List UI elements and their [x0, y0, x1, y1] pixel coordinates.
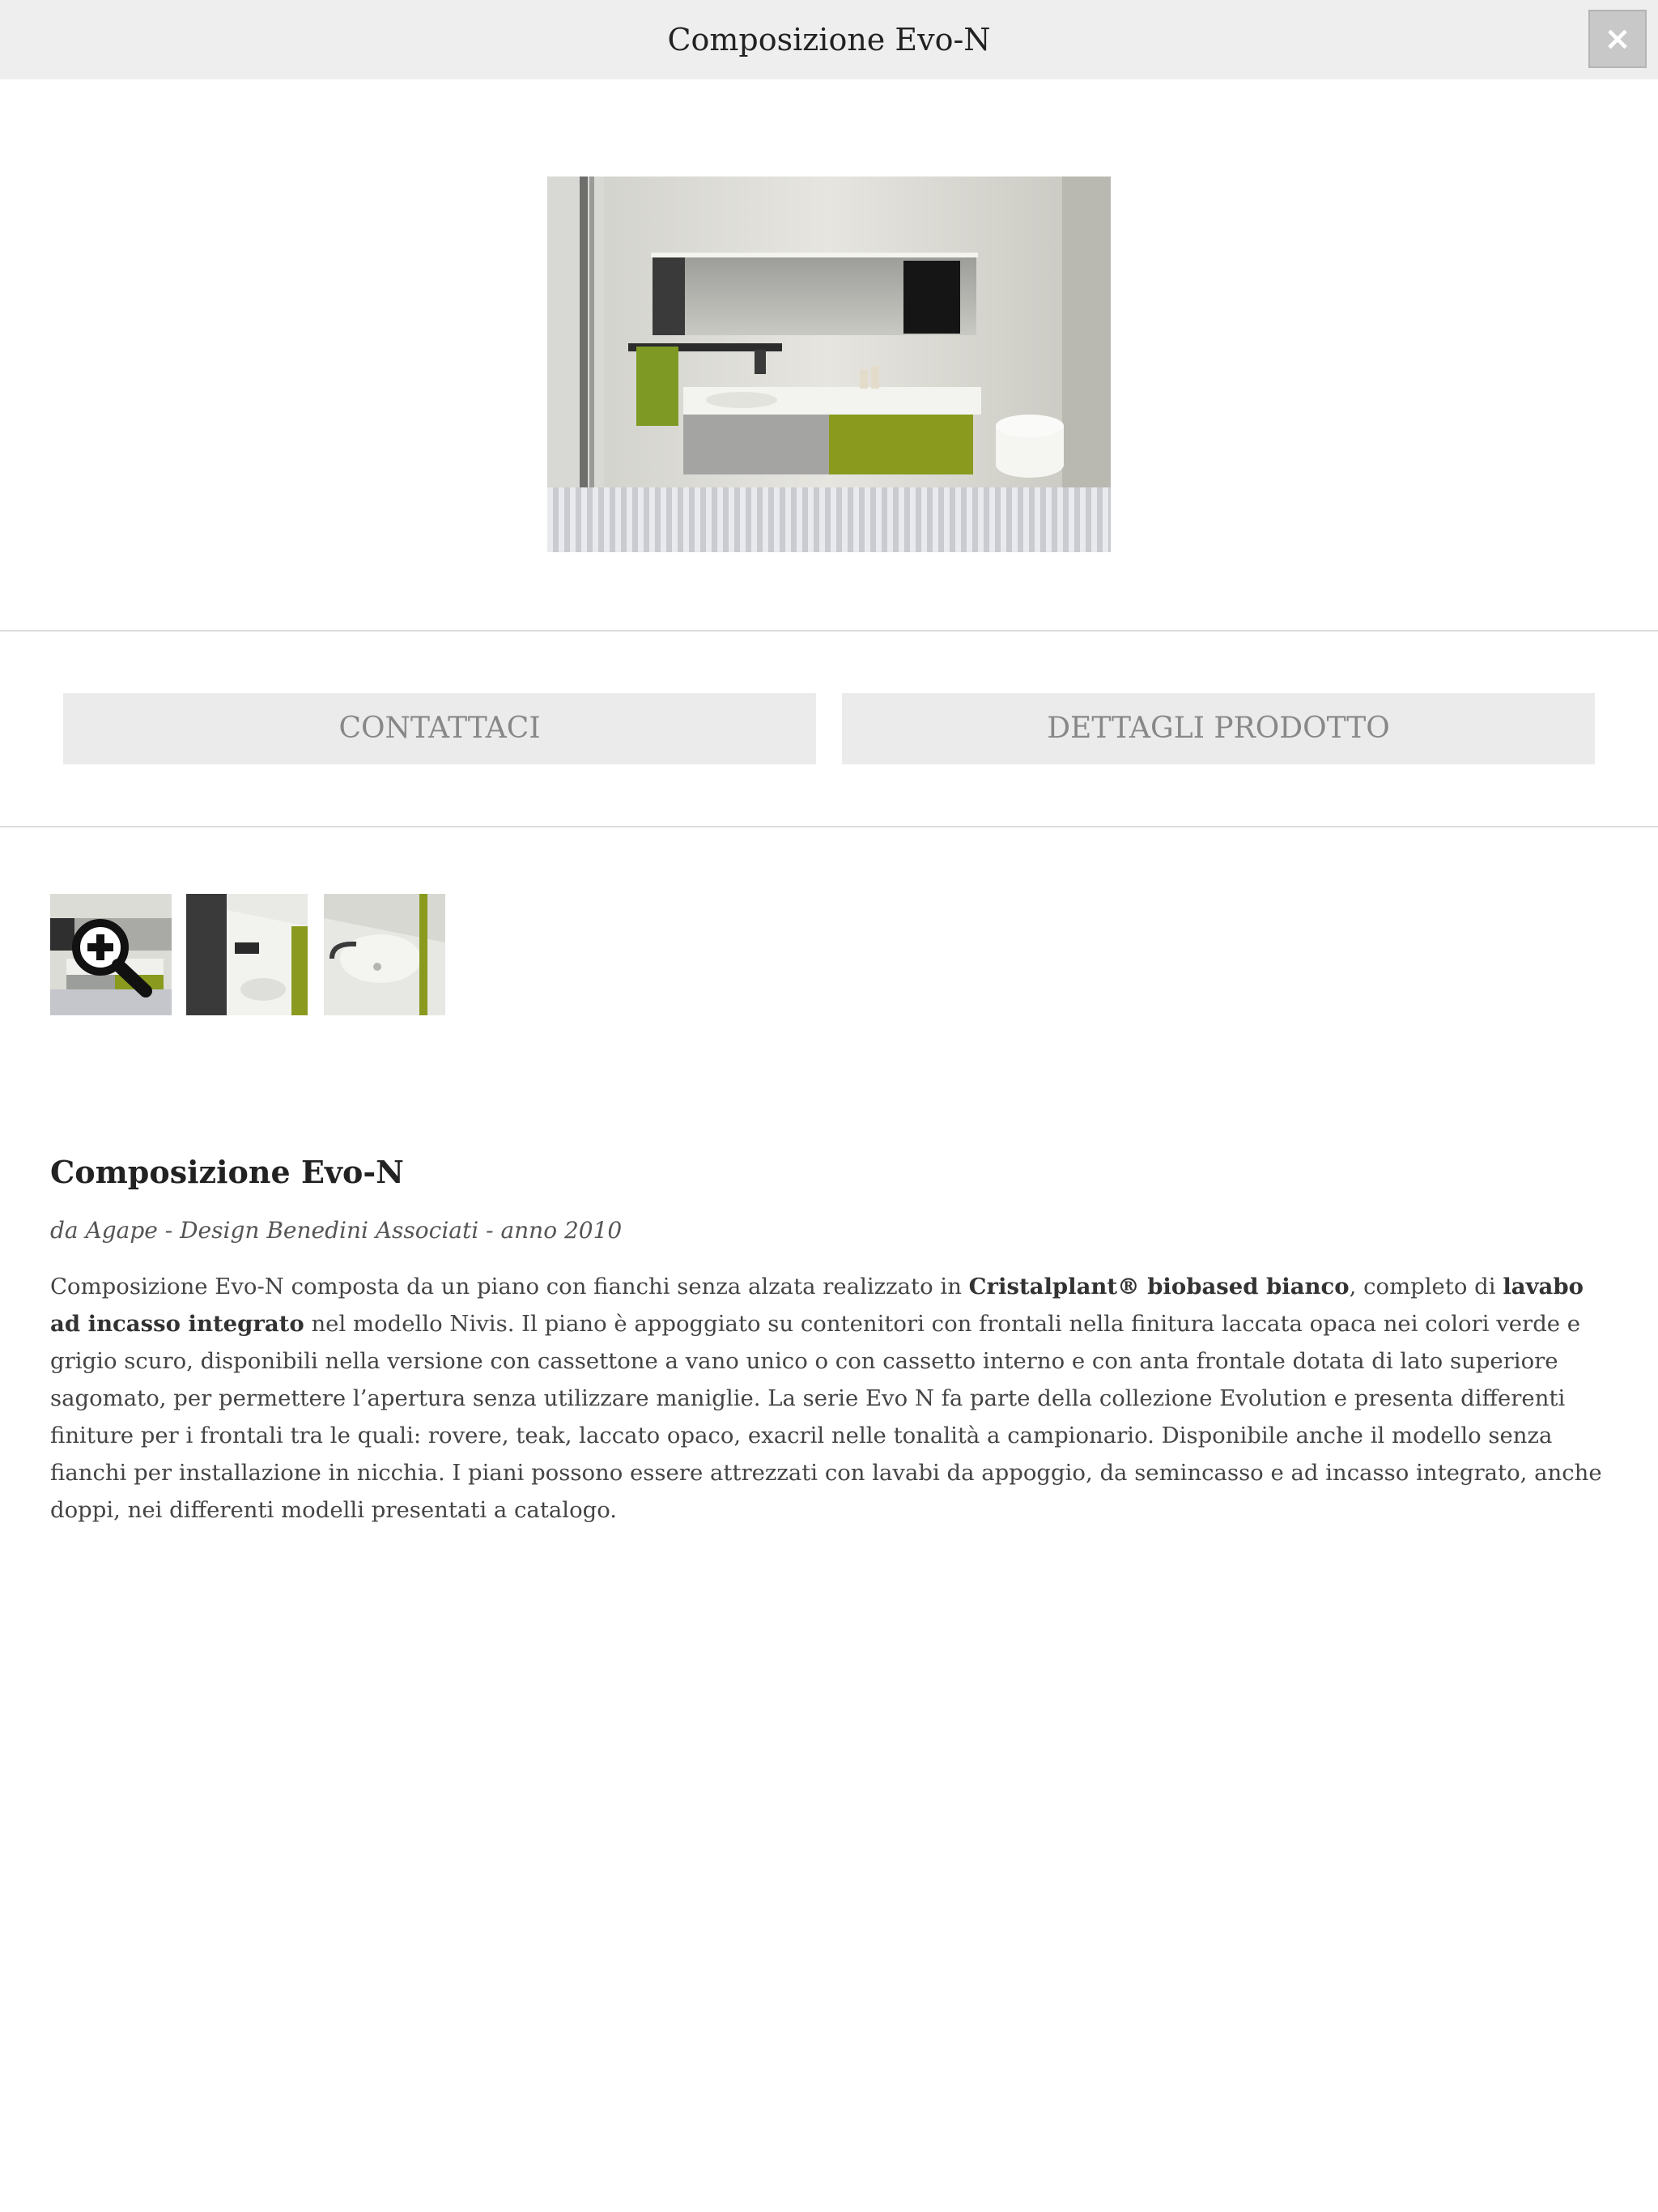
- modal-title: Composizione Evo-N: [667, 22, 991, 57]
- thumbnail-1[interactable]: [50, 894, 172, 1015]
- divider: [0, 826, 1658, 827]
- thumbnail-3[interactable]: [324, 894, 445, 1015]
- product-meta: da Agape - Design Benedini Associati - a…: [50, 1217, 623, 1244]
- modal-header: Composizione Evo-N ×: [0, 0, 1658, 79]
- close-button[interactable]: ×: [1588, 10, 1647, 68]
- product-hero-image[interactable]: [547, 177, 1111, 552]
- divider: [0, 630, 1658, 632]
- product-description: Composizione Evo-N da Agape - Design Ben…: [50, 1150, 1613, 1529]
- product-details-button[interactable]: DETTAGLI PRODOTTO: [842, 693, 1595, 764]
- product-title: Composizione Evo-N: [50, 1154, 404, 1190]
- contact-button[interactable]: CONTATTACI: [63, 693, 816, 764]
- product-description-text: Composizione Evo-N composta da un piano …: [50, 1274, 1602, 1523]
- thumbnail-2[interactable]: [186, 894, 308, 1015]
